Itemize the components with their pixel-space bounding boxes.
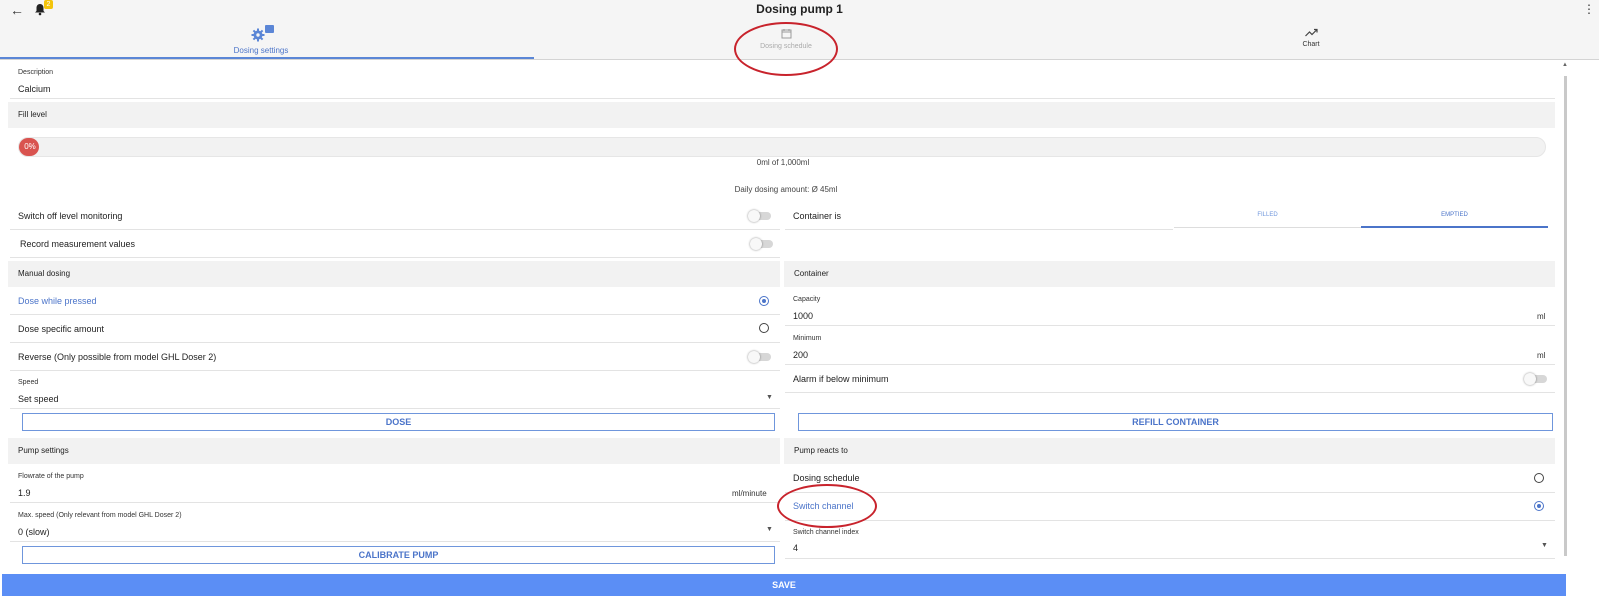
alarm-below-minimum-label: Alarm if below minimum [793,374,889,384]
record-values-label: Record measurement values [20,239,136,249]
max-speed-label: Max. speed (Only relevant from model GHL… [18,512,182,519]
switch-channel-index-select[interactable]: 4 [793,543,798,553]
dose-specific-amount-label[interactable]: Dose specific amount [18,324,104,334]
fill-level-percent: 0% [24,142,36,151]
divider [785,364,1555,365]
flowrate-label: Flowrate of the pump [18,473,84,480]
annotation-circle-schedule [734,22,838,76]
record-values-toggle[interactable] [750,238,773,250]
dosing-schedule-option-label[interactable]: Dosing schedule [793,473,860,483]
scrollbar[interactable]: ▲ [1562,62,1568,572]
switch-channel-index-label: Switch channel index [793,529,859,536]
annotation-circle-switch-channel [777,484,877,528]
calibrate-pump-button[interactable]: CALIBRATE PUMP [22,546,775,564]
dosing-schedule-radio[interactable] [1534,473,1544,483]
divider [10,229,780,230]
tab-dosing-settings[interactable]: Dosing settings [211,25,311,55]
gear-icon [249,25,274,42]
divider [10,408,780,409]
divider [10,370,780,371]
app-root: ← 2 Dosing pump 1 ⋮ Dosing settings Dosi… [0,0,1599,612]
alarm-below-minimum-toggle[interactable] [1524,373,1547,385]
active-tab-indicator [0,57,534,59]
fill-amount-text: 0ml of 1,000ml [756,158,810,167]
refill-container-button[interactable]: REFILL CONTAINER [798,413,1553,431]
divider [785,520,1555,521]
divider [10,314,780,315]
tab-chart[interactable]: Chart [1261,28,1361,48]
pump-settings-header: Pump settings [8,438,780,464]
minimum-input[interactable]: 200 [793,350,808,360]
container-is-label: Container is [793,211,842,221]
switch-off-monitoring-label: Switch off level monitoring [18,211,123,221]
page-title: Dosing pump 1 [756,2,843,16]
container-emptied-option[interactable]: EMPTIED [1361,204,1548,228]
manual-dosing-header: Manual dosing [8,261,780,287]
description-label: Description [18,69,54,76]
divider [785,392,1555,393]
minimum-label: Minimum [793,335,822,342]
reverse-toggle[interactable] [748,351,771,363]
pump-reacts-header: Pump reacts to [784,438,1555,464]
divider [785,325,1555,326]
speed-select[interactable]: Set speed [18,394,59,404]
speed-label: Speed [18,379,39,386]
tab-dosing-settings-label: Dosing settings [233,46,289,55]
description-input[interactable]: Calcium [18,84,51,94]
reverse-label: Reverse (Only possible from model GHL Do… [18,352,217,362]
minimum-unit: ml [1537,351,1546,360]
capacity-unit: ml [1537,312,1546,321]
container-header: Container [784,261,1555,287]
daily-dosing-text: Daily dosing amount: Ø 45ml [734,185,838,194]
dose-specific-amount-radio[interactable] [759,323,769,333]
fill-level-header: Fill level [8,102,1555,128]
dose-button[interactable]: DOSE [22,413,775,431]
divider [785,492,1555,493]
divider [10,502,780,503]
dose-while-pressed-label[interactable]: Dose while pressed [18,296,97,306]
chevron-down-icon[interactable]: ▼ [766,394,773,401]
tab-chart-label: Chart [1302,41,1320,48]
chevron-down-icon[interactable]: ▼ [766,526,773,533]
max-speed-select[interactable]: 0 (slow) [18,527,50,537]
container-filled-option[interactable]: FILLED [1174,204,1361,228]
divider [10,541,780,542]
save-button[interactable]: SAVE [2,574,1566,596]
switch-off-monitoring-toggle[interactable] [748,210,771,222]
capacity-input[interactable]: 1000 [793,311,813,321]
divider [785,229,1173,230]
flowrate-unit: ml/minute [732,489,767,498]
switch-channel-radio[interactable] [1534,501,1544,511]
fill-level-bar: 0% [18,137,1546,157]
trend-icon [1304,28,1318,39]
divider [10,98,1555,99]
dose-while-pressed-radio[interactable] [759,296,769,306]
capacity-label: Capacity [793,296,821,303]
more-menu-icon[interactable]: ⋮ [1583,2,1595,16]
divider [785,558,1555,559]
flowrate-input[interactable]: 1.9 [18,488,31,498]
divider [10,257,780,258]
chevron-down-icon[interactable]: ▼ [1541,542,1548,549]
divider [10,342,780,343]
